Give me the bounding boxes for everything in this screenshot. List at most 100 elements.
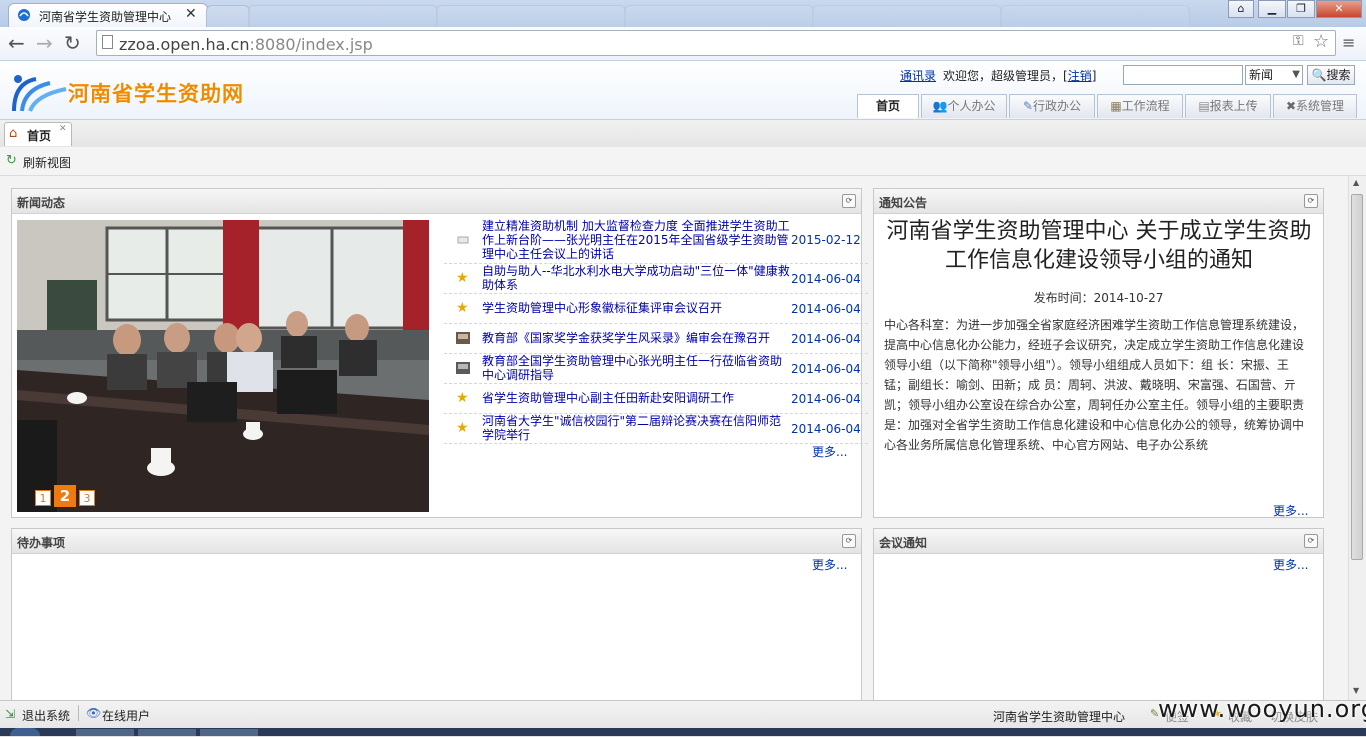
search-icon: 🔍 — [1311, 68, 1327, 82]
panel-refresh-icon[interactable]: ⟳ — [842, 534, 856, 548]
exit-icon: ⇲ — [5, 707, 16, 721]
news-list-item[interactable]: 教育部《国家奖学金获奖学生风采录》编审会在豫召开 2014-06-04 — [444, 323, 868, 354]
panel-header: 待办事项 ⟳ — [12, 529, 861, 554]
bookmark-star-icon[interactable]: ☆ — [1313, 31, 1329, 52]
panel-refresh-icon[interactable]: ⟳ — [1304, 194, 1318, 208]
news-title[interactable]: 学生资助管理中心形象徽标征集评审会议召开 — [482, 301, 792, 315]
tools-icon: ✖ — [1285, 99, 1297, 113]
tab-report-upload[interactable]: ▤报表上传 — [1185, 94, 1271, 118]
key-icon[interactable]: ⚿ — [1293, 33, 1304, 49]
minimize-icon[interactable]: ▁ — [1258, 0, 1286, 18]
news-title[interactable]: 教育部全国学生资助管理中心张光明主任一行莅临省资助中心调研指导 — [482, 354, 792, 382]
news-date: 2014-06-04 — [791, 302, 861, 316]
taskbar-item[interactable] — [76, 729, 134, 736]
tab-label: 行政办公 — [1033, 99, 1082, 113]
todo-panel: 待办事项 ⟳ 更多... — [11, 528, 862, 700]
forward-arrow-icon[interactable]: → — [36, 31, 53, 55]
os-taskbar — [0, 728, 1366, 736]
welcome-bracket: ] — [1091, 69, 1097, 83]
start-orb-icon[interactable] — [10, 728, 40, 736]
photo-icon — [456, 361, 470, 375]
reload-icon[interactable]: ↻ — [64, 31, 81, 55]
tab-admin-office[interactable]: ✎行政办公 — [1009, 94, 1095, 118]
news-list-item[interactable]: ★ 自助与助人--华北水利水电大学成功启动"三位一体"健康救助体系 2014-0… — [444, 263, 868, 294]
panel-header: 会议通知 ⟳ — [874, 529, 1323, 554]
welcome-label: 欢迎您，超级管理员，[ — [943, 69, 1068, 83]
tab-label: 系统管理 — [1296, 99, 1345, 113]
tab-personal-office[interactable]: 👥个人办公 — [921, 94, 1007, 118]
tab-system-admin[interactable]: ✖系统管理 — [1273, 94, 1357, 118]
news-list-item[interactable]: 教育部全国学生资助管理中心张光明主任一行莅临省资助中心调研指导 2014-06-… — [444, 353, 868, 384]
scroll-up-icon[interactable]: ▲ — [1353, 178, 1359, 187]
refresh-view-button[interactable]: 刷新视图 — [23, 154, 71, 171]
contacts-link[interactable]: 通讯录 — [900, 67, 936, 84]
close-icon[interactable]: ✕ — [59, 124, 67, 134]
tab-workflow[interactable]: ▦工作流程 — [1097, 94, 1183, 118]
view-toolbar: ↻ 刷新视图 — [0, 147, 1366, 176]
panel-refresh-icon[interactable]: ⟳ — [842, 194, 856, 208]
menu-icon[interactable]: ≡ — [1342, 33, 1355, 52]
news-title[interactable]: 省学生资助管理中心副主任田新赴安阳调研工作 — [482, 391, 792, 405]
browser-tab-background[interactable] — [1000, 5, 1190, 27]
news-list-item[interactable]: ★ 省学生资助管理中心副主任田新赴安阳调研工作 2014-06-04 — [444, 383, 868, 414]
notice-more-link[interactable]: 更多... — [1273, 502, 1308, 519]
news-title[interactable]: 河南省大学生"诚信校园行"第二届辩论赛决赛在信阳师范学院举行 — [482, 414, 792, 442]
back-arrow-icon[interactable]: ← — [8, 31, 25, 55]
todo-more-link[interactable]: 更多... — [812, 556, 847, 573]
news-date: 2014-06-04 — [791, 422, 861, 436]
news-date: 2014-06-04 — [791, 272, 861, 286]
news-title[interactable]: 自助与助人--华北水利水电大学成功启动"三位一体"健康救助体系 — [482, 264, 792, 292]
search-input[interactable] — [1123, 65, 1243, 85]
news-slideshow[interactable]: 1 2 3 — [17, 220, 429, 512]
tab-label: 报表上传 — [1209, 99, 1258, 113]
news-date: 2015-02-12 — [791, 233, 861, 247]
news-panel: 新闻动态 ⟳ 1 2 3 建立精准资助机制 加大监督检查力度 全面推进学生资助工… — [11, 188, 868, 518]
status-org-name: 河南省学生资助管理中心 — [993, 710, 1126, 724]
scrollbar-thumb[interactable] — [1351, 194, 1363, 560]
logout-link[interactable]: 注销 — [1068, 69, 1092, 83]
online-users-button[interactable]: 在线用户 — [102, 707, 150, 724]
meeting-panel: 会议通知 ⟳ 更多... — [873, 528, 1324, 700]
news-title[interactable]: 建立精准资助机制 加大监督检查力度 全面推进学生资助工作上新台阶——张光明主任在… — [482, 219, 792, 261]
news-title[interactable]: 教育部《国家奖学金获奖学生风采录》编审会在豫召开 — [482, 331, 792, 345]
taskbar-item[interactable] — [138, 729, 196, 736]
eye-icon: 👁 — [86, 706, 102, 720]
portal-content: 新闻动态 ⟳ 1 2 3 建立精准资助机制 加大监督检查力度 全面推进学生资助工… — [0, 176, 1348, 700]
browser-tab-background[interactable] — [812, 5, 1002, 27]
logout-system-button[interactable]: 退出系统 — [22, 707, 70, 724]
user-icon[interactable]: ⌂ — [1228, 0, 1254, 18]
news-more-link[interactable]: 更多... — [812, 443, 847, 460]
close-window-icon[interactable]: ✕ — [1316, 0, 1362, 18]
doc-icon — [456, 233, 470, 247]
browser-tab-background[interactable] — [206, 5, 250, 27]
panel-refresh-icon[interactable]: ⟳ — [1304, 534, 1318, 548]
news-list-item[interactable]: ★ 学生资助管理中心形象徽标征集评审会议召开 2014-06-04 — [444, 293, 868, 324]
people-icon: 👥 — [932, 99, 948, 113]
search-scope-value: 新闻 — [1249, 68, 1274, 82]
address-bar[interactable]: zzoa.open.ha.cn:8080/index.jsp ⚿ ☆ — [96, 30, 1336, 56]
news-list-item[interactable]: ★ 河南省大学生"诚信校园行"第二届辩论赛决赛在信阳师范学院举行 2014-06… — [444, 413, 868, 444]
news-list-item[interactable]: 建立精准资助机制 加大监督检查力度 全面推进学生资助工作上新台阶——张光明主任在… — [444, 217, 868, 264]
browser-tab-background[interactable] — [624, 5, 814, 27]
browser-tab-background[interactable] — [248, 5, 438, 27]
page-tab-home[interactable]: ⌂ 首页 ✕ — [4, 122, 72, 146]
search-scope-select[interactable]: 新闻 ▼ — [1245, 65, 1303, 85]
slide-page-2[interactable]: 2 — [54, 485, 76, 507]
tab-home[interactable]: 首页 — [857, 94, 919, 118]
panel-title: 待办事项 — [17, 536, 66, 550]
panel-header: 新闻动态 ⟳ — [12, 189, 861, 214]
page-tab-bar: ⌂ 首页 ✕ — [0, 119, 1366, 148]
browser-tab-background[interactable] — [436, 5, 626, 27]
notice-headline[interactable]: 河南省学生资助管理中心 关于成立学生资助工作信息化建设领导小组的通知 — [884, 217, 1314, 275]
slide-page-3[interactable]: 3 — [79, 490, 95, 506]
taskbar-item[interactable] — [200, 729, 258, 736]
meeting-more-link[interactable]: 更多... — [1273, 556, 1308, 573]
slide-page-1[interactable]: 1 — [35, 490, 51, 506]
scroll-down-icon[interactable]: ▼ — [1353, 686, 1359, 695]
site-title: 河南省学生资助网 — [68, 81, 244, 106]
maximize-icon[interactable]: ❐ — [1287, 0, 1315, 18]
browser-tab-active[interactable]: 河南省学生资助管理中心 ✕ — [8, 3, 208, 27]
search-button[interactable]: 🔍搜索 — [1307, 65, 1355, 85]
close-tab-icon[interactable]: ✕ — [185, 6, 197, 22]
page-scrollbar[interactable]: ▲ ▼ — [1348, 176, 1366, 700]
